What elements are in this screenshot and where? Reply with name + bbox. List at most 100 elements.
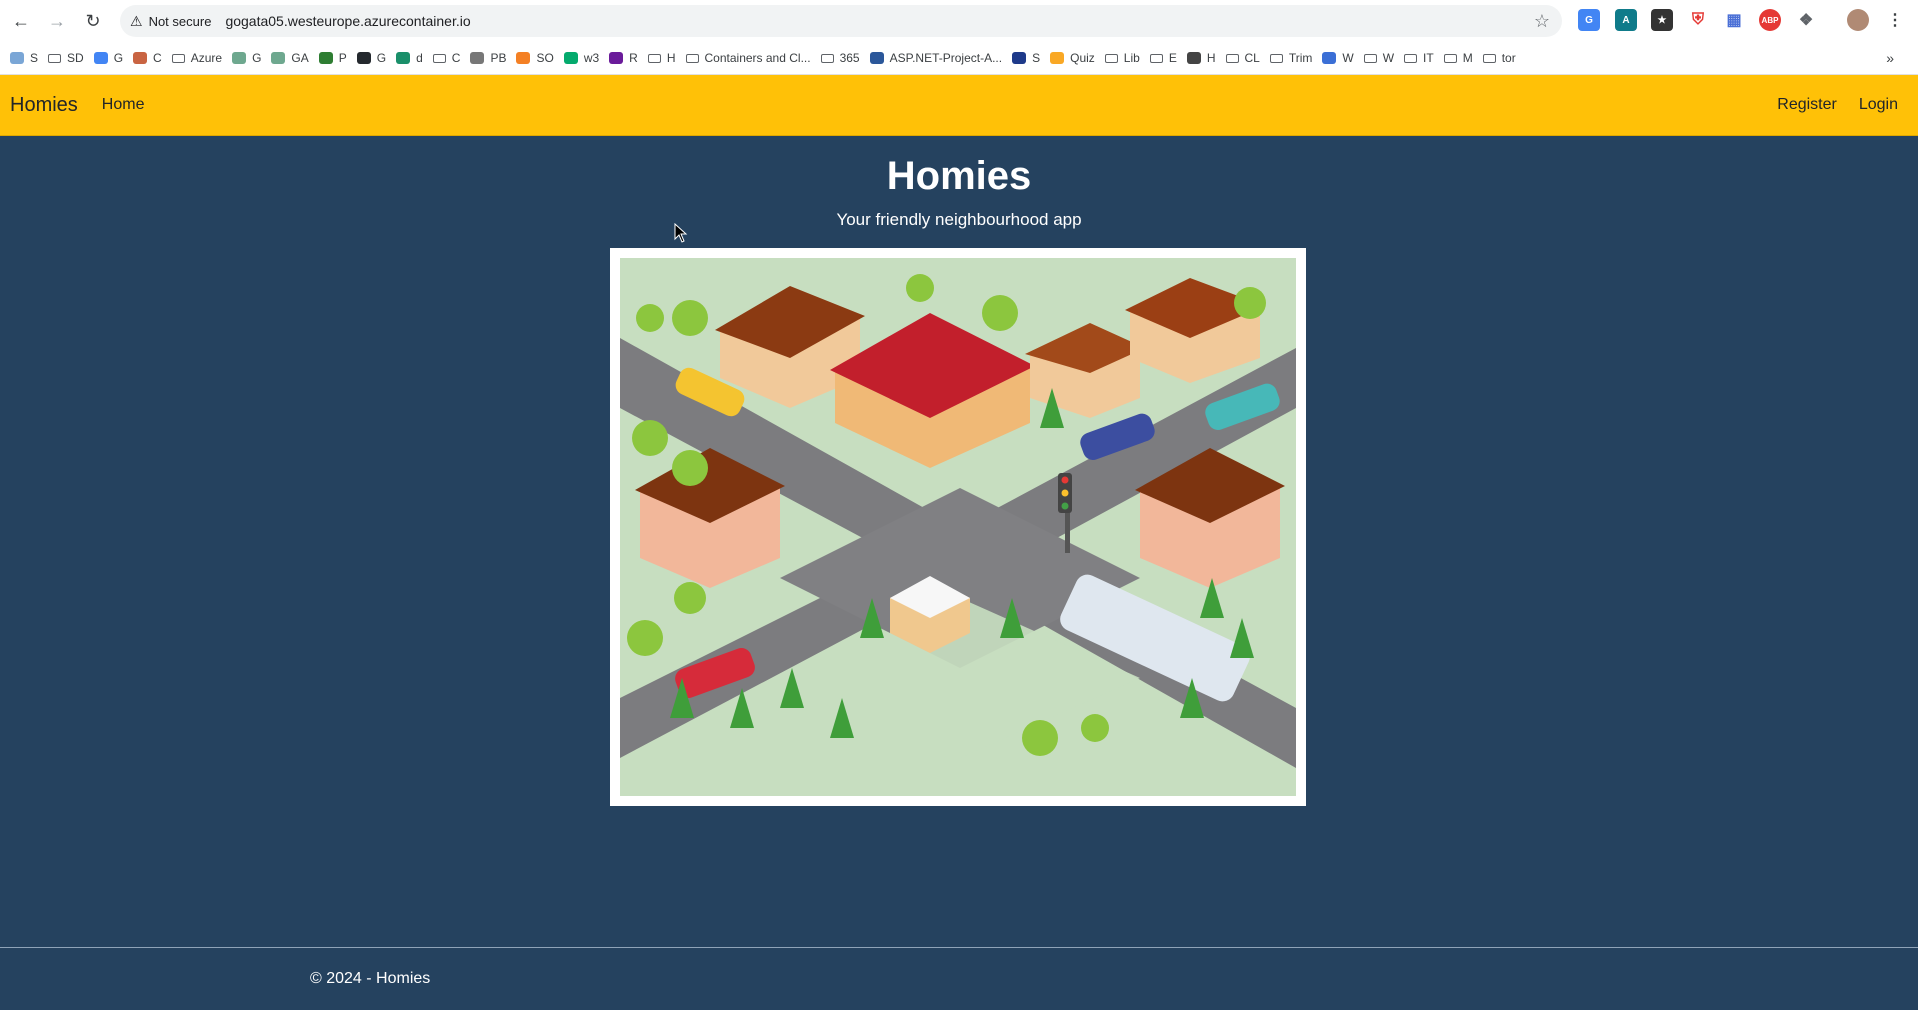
bookmark-label: H bbox=[666, 51, 676, 65]
bookmark-label: R bbox=[629, 51, 638, 65]
folder-icon bbox=[171, 53, 185, 63]
bookmark-label: d bbox=[416, 51, 423, 65]
bookmark-label: W bbox=[1342, 51, 1354, 65]
bookmark-label: ASP.NET-Project-A... bbox=[889, 51, 1003, 65]
bookmark-item[interactable]: CL bbox=[1225, 46, 1260, 70]
bookmark-label: S bbox=[1032, 51, 1041, 65]
nav-account-links: Register Login bbox=[1777, 75, 1898, 135]
bookmark-item[interactable]: M bbox=[1443, 46, 1473, 70]
quiz-icon bbox=[1050, 52, 1065, 64]
bookmark-item[interactable]: P bbox=[318, 46, 347, 70]
forward-icon[interactable]: → bbox=[42, 6, 72, 36]
bookmark-item[interactable]: W bbox=[1322, 46, 1354, 70]
login-link[interactable]: Login bbox=[1859, 96, 1898, 114]
neighbourhood-illustration bbox=[620, 258, 1296, 796]
bookmark-label: GA bbox=[291, 51, 309, 65]
bookmark-label: tor bbox=[1501, 51, 1516, 65]
bookmark-label: M bbox=[1462, 51, 1473, 65]
security-label: Not secure bbox=[148, 13, 212, 29]
bookmark-item[interactable]: GA bbox=[271, 46, 309, 70]
bookmark-item[interactable]: 365 bbox=[820, 46, 860, 70]
address-bar[interactable]: ⚠ Not secure gogata05.westeurope.azureco… bbox=[120, 5, 1562, 37]
bookmark-item[interactable]: Containers and Cl... bbox=[685, 46, 811, 70]
bookmark-label: 365 bbox=[839, 51, 860, 65]
bookmark-label: SD bbox=[67, 51, 84, 65]
bookmark-item[interactable]: R bbox=[609, 46, 638, 70]
app-icon bbox=[1012, 52, 1027, 64]
bookmark-item[interactable]: C bbox=[432, 46, 460, 70]
hero-image-frame bbox=[610, 248, 1306, 806]
bookmark-item[interactable]: w3 bbox=[563, 46, 600, 70]
w3-icon bbox=[563, 52, 578, 64]
stackoverflow-icon bbox=[516, 52, 531, 64]
bookmark-label: G bbox=[113, 51, 124, 65]
profile-avatar[interactable] bbox=[1847, 9, 1869, 31]
bookmark-label: C bbox=[153, 51, 162, 65]
bookmark-item[interactable]: Lib bbox=[1104, 46, 1140, 70]
bookmark-item[interactable]: Trim bbox=[1269, 46, 1312, 70]
adblock-extension-icon[interactable]: ABP bbox=[1759, 9, 1781, 31]
doc-icon bbox=[10, 52, 24, 64]
bookmark-item[interactable]: PB bbox=[470, 46, 506, 70]
back-icon[interactable]: ← bbox=[6, 6, 36, 36]
hex-icon bbox=[1322, 52, 1337, 64]
bookmark-item[interactable]: ASP.NET-Project-A... bbox=[869, 46, 1003, 70]
folder-icon bbox=[1104, 53, 1118, 63]
info-icon bbox=[609, 52, 624, 64]
github-icon bbox=[356, 52, 371, 64]
bookmark-item[interactable]: S bbox=[10, 46, 38, 70]
bookmark-label: CL bbox=[1244, 51, 1260, 65]
bookmark-label: w3 bbox=[583, 51, 600, 65]
browser-toolbar: ← → ↻ ⚠ Not secure gogata05.westeurope.a… bbox=[0, 0, 1918, 42]
folder-icon bbox=[1149, 53, 1163, 63]
nav-home-link[interactable]: Home bbox=[102, 96, 145, 114]
extension-icon[interactable]: A bbox=[1615, 9, 1637, 31]
bookmark-item[interactable]: d bbox=[396, 46, 423, 70]
bookmark-item[interactable]: IT bbox=[1404, 46, 1434, 70]
bookmark-item[interactable]: tor bbox=[1482, 46, 1516, 70]
extensions-puzzle-icon[interactable]: ❖ bbox=[1795, 9, 1817, 31]
bookmark-label: Quiz bbox=[1070, 51, 1095, 65]
reload-icon[interactable]: ↻ bbox=[78, 6, 108, 36]
folder-icon bbox=[1482, 53, 1496, 63]
bookmark-item[interactable]: W bbox=[1363, 46, 1395, 70]
bookmark-item[interactable]: G bbox=[232, 46, 261, 70]
bookmark-item[interactable]: C bbox=[133, 46, 162, 70]
folder-icon bbox=[685, 53, 699, 63]
browser-menu-icon[interactable]: ⋮ bbox=[1884, 9, 1906, 31]
globe-icon bbox=[1186, 52, 1201, 64]
bookmark-item[interactable]: H bbox=[647, 46, 676, 70]
bookmark-item[interactable]: H bbox=[1186, 46, 1216, 70]
bookmark-label: Lib bbox=[1123, 51, 1140, 65]
extension-icon[interactable]: ★ bbox=[1651, 9, 1673, 31]
shield-extension-icon[interactable]: ⛨ bbox=[1687, 9, 1709, 31]
grid-icon bbox=[470, 52, 485, 64]
bookmark-item[interactable]: G bbox=[93, 46, 124, 70]
bookmarks-overflow-icon[interactable]: » bbox=[1886, 50, 1894, 66]
bookmark-item[interactable]: G bbox=[356, 46, 387, 70]
bookmark-label: G bbox=[376, 51, 387, 65]
grid-extension-icon[interactable]: ▦ bbox=[1723, 9, 1745, 31]
brand-link[interactable]: Homies bbox=[10, 94, 78, 117]
bookmark-label: Containers and Cl... bbox=[704, 51, 811, 65]
bookmark-item[interactable]: SO bbox=[516, 46, 554, 70]
folder-icon bbox=[1443, 53, 1457, 63]
bookmark-item[interactable]: Azure bbox=[171, 46, 222, 70]
app-navbar: Homies Home Register Login bbox=[0, 75, 1918, 136]
bookmark-label: E bbox=[1168, 51, 1177, 65]
bookmark-label: P bbox=[338, 51, 347, 65]
gemini-icon bbox=[93, 52, 108, 64]
word-icon bbox=[869, 52, 884, 64]
register-link[interactable]: Register bbox=[1777, 96, 1837, 114]
bookmark-label: W bbox=[1382, 51, 1395, 65]
bookmark-item[interactable]: Quiz bbox=[1050, 46, 1095, 70]
bookmark-item[interactable]: SD bbox=[48, 46, 84, 70]
folder-icon bbox=[1225, 53, 1239, 63]
chatgpt-icon bbox=[271, 52, 286, 64]
bookmark-item[interactable]: E bbox=[1149, 46, 1177, 70]
bookmark-star-icon[interactable]: ☆ bbox=[1534, 11, 1550, 32]
bookmark-item[interactable]: S bbox=[1012, 46, 1040, 70]
url-text[interactable]: gogata05.westeurope.azurecontainer.io bbox=[225, 13, 470, 29]
translate-extension-icon[interactable]: G bbox=[1578, 9, 1600, 31]
security-indicator[interactable]: ⚠ Not secure bbox=[130, 13, 211, 30]
